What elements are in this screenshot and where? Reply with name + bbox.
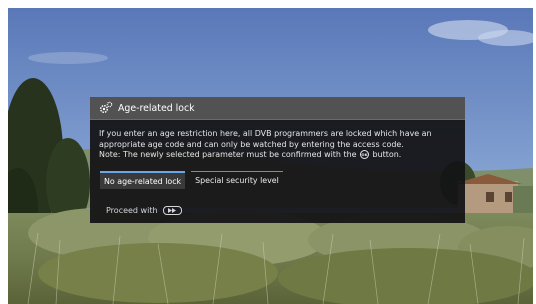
note-text: Note: The newly selected parameter must … (99, 150, 360, 160)
fast-forward-button-icon (162, 206, 182, 215)
age-lock-dialog: Age-related lock If you enter an age res… (90, 97, 465, 223)
footer-hint: Proceed with (106, 206, 182, 215)
footer-label: Proceed with (106, 206, 158, 215)
description-note: Note: The newly selected parameter must … (99, 150, 459, 161)
option-no-age-lock[interactable]: No age-related lock (100, 171, 186, 189)
dialog-description: If you enter an age restriction here, al… (99, 129, 459, 161)
dialog-header: Age-related lock (90, 97, 465, 120)
description-line: If you enter an age restriction here, al… (99, 129, 432, 138)
note-text-end: button. (370, 150, 402, 160)
option-special-security-level[interactable]: Special security level (191, 171, 283, 189)
description-line: appropriate age code and can only be wat… (99, 139, 404, 149)
tv-screen: Age-related lock If you enter an age res… (8, 8, 533, 304)
ok-button-icon: OK (360, 150, 370, 160)
lock-options: No age-related lock Special security lev… (100, 171, 283, 189)
dialog-title: Age-related lock (118, 102, 195, 114)
gear-icon (96, 98, 116, 118)
